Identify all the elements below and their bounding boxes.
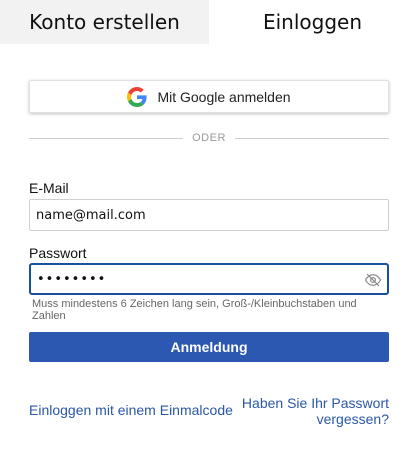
forgot-password-line2: vergessen? [316,411,389,427]
email-label: E-Mail [29,180,69,196]
google-signin-label: Mit Google anmelden [157,88,291,105]
divider-label: ODER [192,132,226,144]
one-time-code-link[interactable]: Einloggen mit einem Einmalcode [29,402,233,418]
password-hint: Muss mindestens 6 Zeichen lang sein, Gro… [32,298,357,322]
or-divider: ODER [29,130,389,146]
google-g-icon [127,86,148,107]
google-signin-button[interactable]: Mit Google anmelden [29,80,389,113]
tab-login[interactable]: Einloggen [209,0,416,44]
divider-line-left [29,137,184,139]
email-field[interactable] [29,199,389,231]
password-label: Passwort [29,245,87,261]
tab-create-account[interactable]: Konto erstellen [0,0,209,44]
login-submit-button[interactable]: Anmeldung [29,332,389,362]
auth-tabs: Konto erstellen Einloggen [0,0,416,44]
divider-line-right [234,137,389,139]
eye-slash-icon[interactable] [364,271,382,289]
forgot-password-line1: Haben Sie Ihr Passwort [241,395,389,411]
password-field[interactable] [29,263,389,295]
forgot-password-link[interactable]: Haben Sie Ihr Passwort vergessen? [229,395,389,427]
